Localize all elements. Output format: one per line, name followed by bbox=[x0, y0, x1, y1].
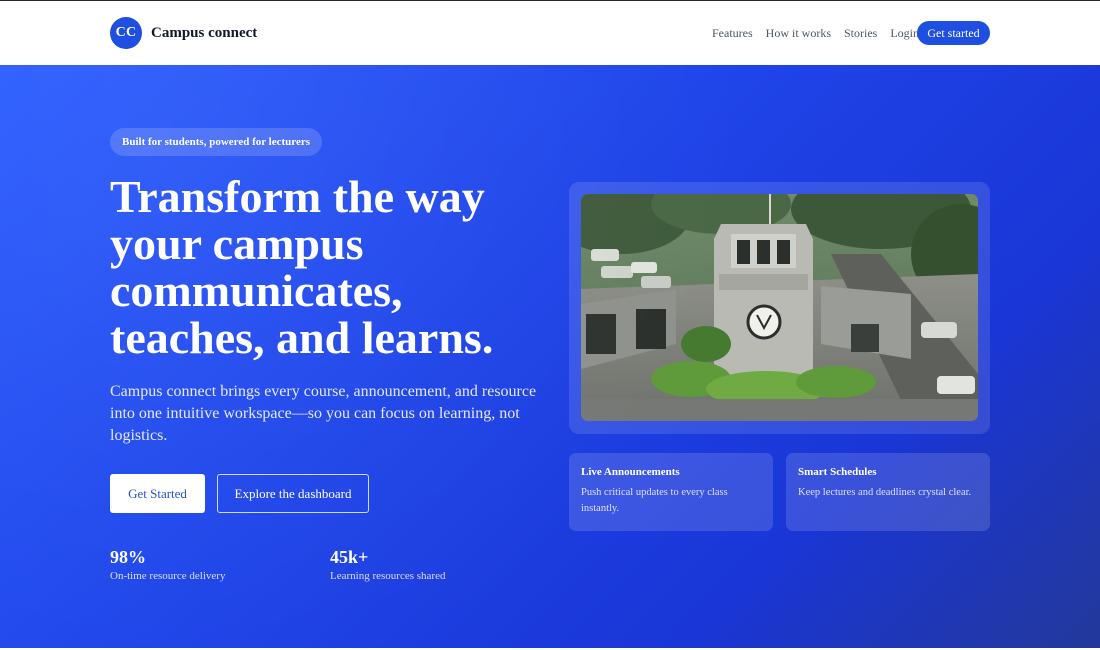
stat-resources-shared: 45k+ Learning resources shared bbox=[330, 546, 445, 582]
stat-label: Learning resources shared bbox=[330, 570, 446, 582]
nav-link-how-it-works[interactable]: How it works bbox=[766, 26, 831, 41]
brand[interactable]: CC Campus connect bbox=[110, 17, 257, 49]
feature-title: Live Announcements bbox=[581, 466, 680, 478]
feature-card-smart-schedules[interactable]: Smart Schedules Keep lectures and deadli… bbox=[786, 453, 990, 531]
headline-line: Transform the way bbox=[110, 171, 485, 222]
hero-badge: Built for students, powered for lecturer… bbox=[110, 128, 323, 156]
stat-value: 98% bbox=[110, 547, 146, 567]
hero-headline: Transform the way your campus communicat… bbox=[110, 173, 550, 361]
feature-description: Push critical updates to every class ins… bbox=[581, 487, 728, 514]
hero-subtext: Campus connect brings every course, anno… bbox=[110, 383, 537, 444]
brand-logo[interactable]: CC bbox=[110, 17, 142, 49]
nav-link-features[interactable]: Features bbox=[712, 26, 753, 41]
feature-title: Smart Schedules bbox=[798, 466, 877, 478]
top-navbar: CC Campus connect Features How it works … bbox=[0, 0, 1100, 65]
get-started-button[interactable]: Get Started bbox=[110, 474, 205, 513]
nav-links: Features How it works Stories Login bbox=[712, 21, 932, 45]
campus-gate-illustration bbox=[581, 194, 978, 421]
headline-line: your campus bbox=[110, 218, 364, 269]
stat-label: On-time resource delivery bbox=[110, 570, 226, 582]
brand-name[interactable]: Campus connect bbox=[151, 25, 257, 42]
campus-gate-photo bbox=[581, 194, 978, 421]
nav-link-login[interactable]: Login bbox=[890, 26, 919, 41]
showcase-card bbox=[569, 182, 990, 434]
feature-description: Keep lectures and deadlines crystal clea… bbox=[798, 487, 972, 498]
stat-value: 45k+ bbox=[330, 547, 369, 567]
nav-link-stories[interactable]: Stories bbox=[844, 26, 877, 41]
feature-card-live-announcements[interactable]: Live Announcements Push critical updates… bbox=[569, 453, 773, 531]
hero-section: Built for students, powered for lecturer… bbox=[0, 65, 1100, 648]
headline-line: teaches, and learns. bbox=[110, 312, 494, 363]
explore-dashboard-button[interactable]: Explore the dashboard bbox=[217, 474, 369, 513]
get-started-nav-button[interactable]: Get started bbox=[917, 21, 990, 45]
stat-resource-delivery: 98% On-time resource delivery bbox=[110, 546, 225, 582]
headline-line: communicates, bbox=[110, 265, 403, 316]
